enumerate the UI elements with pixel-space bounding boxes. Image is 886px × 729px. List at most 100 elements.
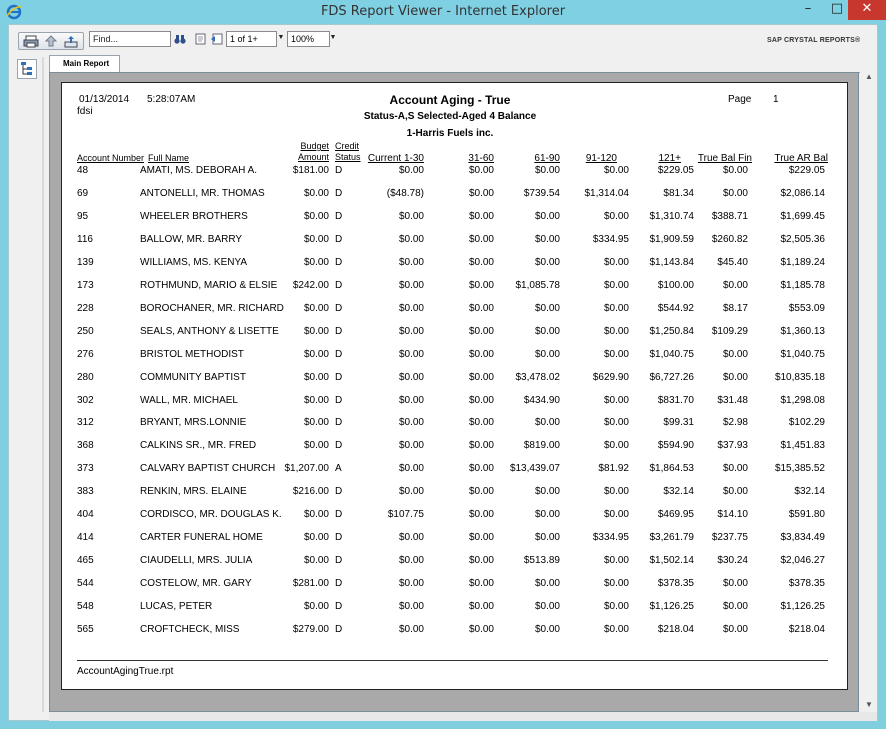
cell-aged-91-120: $0.00 [603,279,629,291]
cell-true-bal-fin: $0.00 [722,486,748,498]
cell-true-ar-bal: $3,834.49 [780,532,826,544]
cell-true-ar-bal: $553.09 [788,302,825,314]
maximize-button[interactable]: □ [823,0,851,20]
cell-budget-amount: $0.00 [303,394,329,406]
cell-budget-amount: $0.00 [303,233,329,245]
cell-current-1-30: $0.00 [398,440,424,452]
cell-aged-61-90: $0.00 [534,509,560,521]
cell-account-number: 116 [77,233,93,245]
cell-true-ar-bal: $1,360.13 [780,325,826,337]
col-budget-line1: Budget [300,141,329,151]
previous-page-icon[interactable] [210,33,223,45]
cell-credit-status: D [335,325,343,337]
cell-credit-status: D [335,555,343,567]
cell-current-1-30: $0.00 [398,578,424,590]
zoom-select[interactable]: 100% [287,31,330,47]
page-label: Page [728,94,752,105]
cell-true-bal-fin: $0.00 [722,578,748,590]
crystal-reports-brand: SAP CRYSTAL REPORTS® [767,37,861,44]
cell-account-number: 95 [77,210,89,222]
cell-aged-91-120: $334.95 [592,233,629,245]
page-dropdown-icon[interactable]: ▼ [277,33,285,43]
cell-credit-status: D [335,624,343,635]
cell-aged-31-60: $0.00 [468,302,494,314]
group-tree-splitter[interactable] [42,57,44,712]
cell-aged-121-plus: $1,126.25 [649,601,695,613]
minimize-button[interactable]: – [794,0,822,20]
upload-icon[interactable] [43,35,59,48]
cell-aged-61-90: $0.00 [534,624,560,635]
binoculars-search-icon[interactable] [174,33,186,45]
cell-account-number: 565 [77,624,94,635]
cell-aged-91-120: $0.00 [603,578,629,590]
cell-true-bal-fin: $8.17 [722,302,748,314]
zoom-dropdown-icon[interactable]: ▼ [329,33,337,43]
cell-current-1-30: $0.00 [398,555,424,567]
cell-account-number: 302 [77,394,94,406]
vertical-scrollbar[interactable] [861,72,877,712]
cell-full-name: SEALS, ANTHONY & LISETTE [140,325,279,337]
cell-credit-status: D [335,417,343,429]
cell-aged-121-plus: $32.14 [663,486,694,498]
cell-true-bal-fin: $109.29 [711,325,748,337]
cell-budget-amount: $281.00 [292,578,329,590]
cell-aged-121-plus: $218.04 [657,624,694,635]
cell-account-number: 548 [77,601,94,613]
cell-credit-status: D [335,302,343,314]
cell-true-bal-fin: $37.93 [717,440,748,452]
cell-budget-amount: $181.00 [292,165,329,176]
cell-aged-31-60: $0.00 [468,256,494,268]
group-tree-toggle[interactable] [17,59,37,79]
cell-account-number: 276 [77,348,94,360]
cell-budget-amount: $0.00 [303,210,329,222]
page-number-input[interactable]: 1 of 1+ [226,31,277,47]
cell-full-name: WILLIAMS, MS. KENYA [140,256,248,268]
cell-credit-status: D [335,348,343,360]
cell-aged-31-60: $0.00 [468,532,494,544]
cell-aged-121-plus: $1,143.84 [649,256,695,268]
cell-aged-31-60: $0.00 [468,325,494,337]
cell-aged-91-120: $0.00 [603,348,629,360]
export-icon[interactable] [63,35,79,48]
cell-true-bal-fin: $14.10 [717,509,748,521]
cell-true-ar-bal: $1,699.45 [780,210,826,222]
cell-budget-amount: $0.00 [303,440,329,452]
cell-true-bal-fin: $0.00 [722,348,748,360]
cell-full-name: CROFTCHECK, MISS [140,624,240,635]
col-61-90: 61-90 [534,153,560,164]
cell-budget-amount: $1,207.00 [284,463,330,475]
cell-aged-91-120: $0.00 [603,601,629,613]
scroll-up-icon[interactable]: ▲ [861,72,877,86]
cell-true-bal-fin: $388.71 [711,210,748,222]
col-91-120: 91-120 [585,153,617,164]
first-page-icon[interactable] [194,33,207,45]
cell-aged-61-90: $0.00 [534,578,560,590]
cell-full-name: BOROCHANER, MR. RICHARD [140,302,284,314]
cell-true-ar-bal: $2,046.27 [780,555,826,567]
cell-aged-121-plus: $1,250.84 [649,325,695,337]
cell-full-name: CALVARY BAPTIST CHURCH [140,463,276,475]
print-icon[interactable] [23,35,39,48]
col-true-ar-bal: True AR Bal [774,153,828,164]
report-subtitle: Status-A,S Selected-Aged 4 Balance [363,111,537,122]
tab-main-report[interactable]: Main Report [49,55,120,73]
cell-aged-61-90: $0.00 [534,532,560,544]
cell-true-bal-fin: $0.00 [722,601,748,613]
close-button[interactable]: ✕ [848,0,886,20]
cell-aged-61-90: $0.00 [534,165,560,176]
cell-full-name: CORDISCO, MR. DOUGLAS K. [140,509,282,521]
cell-budget-amount: $0.00 [303,371,329,383]
find-input[interactable]: Find... [89,31,171,47]
cell-aged-121-plus: $100.00 [657,279,694,291]
cell-credit-status: D [335,394,343,406]
cell-credit-status: D [335,578,343,590]
report-user: fdsi [77,106,93,117]
cell-credit-status: D [335,532,343,544]
cell-account-number: 404 [77,509,94,521]
cell-aged-121-plus: $6,727.26 [649,371,695,383]
cell-aged-61-90: $0.00 [534,210,560,222]
cell-aged-31-60: $0.00 [468,417,494,429]
cell-aged-31-60: $0.00 [468,165,494,176]
cell-aged-31-60: $0.00 [468,601,494,613]
cell-current-1-30: $0.00 [398,279,424,291]
